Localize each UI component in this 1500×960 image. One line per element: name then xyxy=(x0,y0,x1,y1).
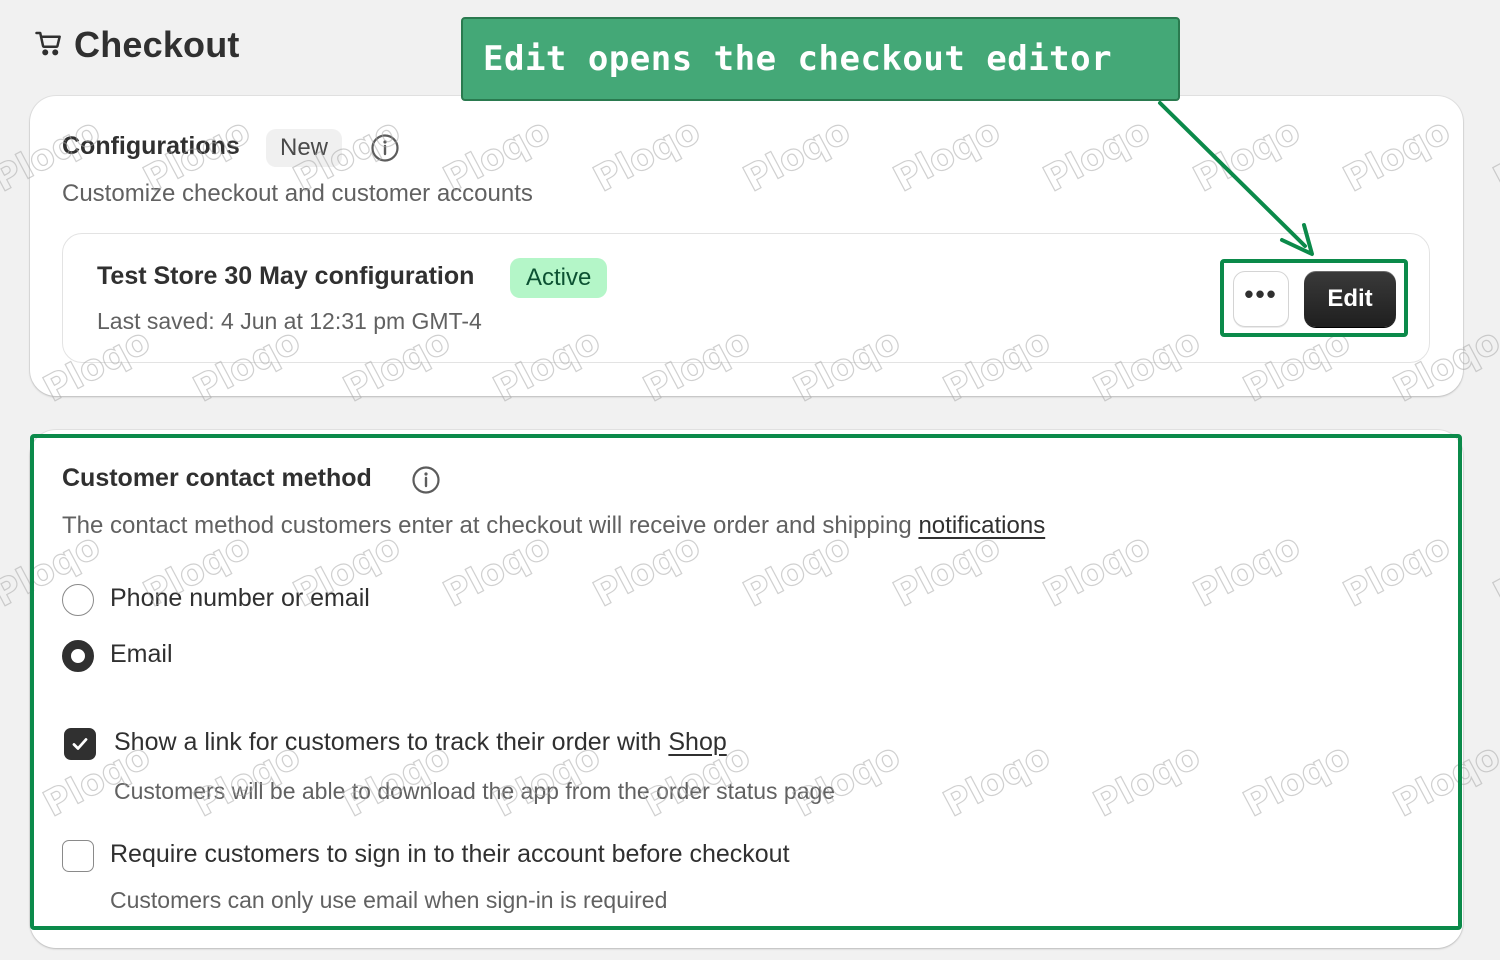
track-order-help: Customers will be able to download the a… xyxy=(114,778,836,804)
require-signin-checkbox[interactable] xyxy=(62,840,94,872)
cart-icon xyxy=(34,28,64,63)
track-order-text: Show a link for customers to track their… xyxy=(114,728,669,756)
configurations-description: Customize checkout and customer accounts xyxy=(62,180,533,207)
require-signin-label[interactable]: Require customers to sign in to their ac… xyxy=(110,840,790,869)
contact-method-description: The contact method customers enter at ch… xyxy=(62,512,1045,540)
configuration-name: Test Store 30 May configuration xyxy=(97,262,475,290)
page-header: Checkout xyxy=(34,24,240,66)
new-badge: New xyxy=(266,129,343,167)
contact-method-title: Customer contact method xyxy=(62,464,372,492)
radio-label[interactable]: Phone number or email xyxy=(110,584,370,613)
checkmark-icon xyxy=(72,738,88,750)
more-dots-icon: ••• xyxy=(1244,279,1278,309)
edit-button[interactable]: Edit xyxy=(1304,271,1396,327)
customer-contact-card: Customer contact method The contact meth… xyxy=(30,430,1463,948)
configurations-title: Configurations xyxy=(62,132,240,160)
configuration-item: Test Store 30 May configuration Active L… xyxy=(62,233,1430,363)
shop-link[interactable]: Shop xyxy=(668,728,726,756)
radio-email[interactable] xyxy=(62,640,94,672)
watermark-text: Ploqo xyxy=(1486,110,1500,201)
track-order-checkbox[interactable] xyxy=(64,728,96,760)
more-actions-button[interactable]: ••• xyxy=(1233,271,1289,327)
annotation-callout: Edit opens the checkout editor xyxy=(461,17,1180,101)
watermark-text: Ploqo xyxy=(1486,525,1500,616)
configurations-card: Configurations New Customize checkout an… xyxy=(30,96,1463,396)
description-text: The contact method customers enter at ch… xyxy=(62,512,919,539)
status-badge: Active xyxy=(510,258,608,298)
notifications-link[interactable]: notifications xyxy=(918,512,1045,539)
info-icon[interactable] xyxy=(370,133,400,163)
info-icon[interactable] xyxy=(411,465,441,495)
radio-phone-or-email[interactable] xyxy=(62,584,94,616)
track-order-label[interactable]: Show a link for customers to track their… xyxy=(114,728,727,757)
radio-label[interactable]: Email xyxy=(110,640,173,669)
callout-text: Edit opens the checkout editor xyxy=(483,39,1113,79)
last-saved-text: Last saved: 4 Jun at 12:31 pm GMT-4 xyxy=(97,308,482,334)
checkout-settings-page: Checkout Configurations New Customize ch… xyxy=(0,0,1500,960)
require-signin-help: Customers can only use email when sign-i… xyxy=(110,887,668,913)
page-title: Checkout xyxy=(74,24,240,65)
